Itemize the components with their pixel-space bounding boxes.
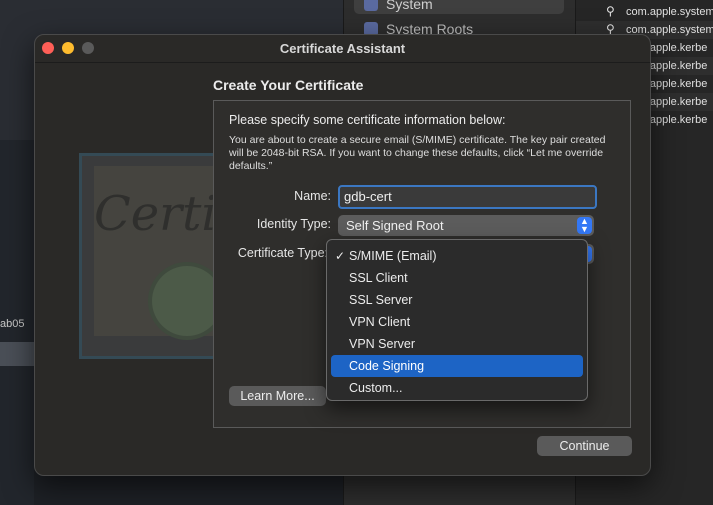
certificate-artwork: Certifi: [79, 153, 235, 359]
keychain-icon: [364, 0, 378, 11]
background-tab-label: ab05: [0, 318, 25, 330]
menu-item-ssl-client[interactable]: SSL Client: [331, 267, 583, 289]
menu-item-ssl-server[interactable]: SSL Server: [331, 289, 583, 311]
menu-item-label: S/MIME (Email): [349, 249, 437, 263]
certificate-type-label: Certificate Type:: [237, 246, 328, 260]
menu-item-label: VPN Server: [349, 337, 415, 351]
menu-item-label: Code Signing: [349, 359, 425, 373]
sidebar-item-system[interactable]: System: [354, 0, 564, 14]
checkmark-icon: ✓: [335, 249, 346, 263]
menu-item-smime[interactable]: ✓ S/MIME (Email): [331, 245, 583, 267]
background-sidebar: ab05: [0, 140, 34, 505]
list-item-label: com.apple.system: [626, 6, 713, 18]
menu-item-label: SSL Client: [349, 271, 408, 285]
menu-item-label: VPN Client: [349, 315, 411, 329]
seal-icon: [152, 266, 222, 336]
certificate-type-menu: ✓ S/MIME (Email) SSL Client SSL Server V…: [326, 239, 588, 401]
continue-button[interactable]: Continue: [537, 436, 632, 456]
name-label: Name:: [294, 189, 331, 203]
background-selected-row: [0, 342, 34, 366]
menu-item-vpn-client[interactable]: VPN Client: [331, 311, 583, 333]
sidebar-item-label: System: [386, 0, 433, 12]
menu-item-code-signing[interactable]: Code Signing: [331, 355, 583, 377]
menu-item-label: Custom...: [349, 381, 403, 395]
name-field[interactable]: gdb-cert: [338, 185, 597, 209]
description-text: You are about to create a secure email (…: [229, 134, 606, 172]
key-icon: ⚲: [606, 4, 615, 18]
identity-type-select[interactable]: Self Signed Root ▲ ▼: [338, 215, 594, 236]
learn-more-button[interactable]: Learn More...: [229, 386, 326, 406]
menu-item-custom[interactable]: Custom...: [331, 377, 583, 399]
title-bar[interactable]: Certificate Assistant: [35, 35, 650, 63]
certificate-script: Certifi: [94, 186, 219, 242]
list-item[interactable]: ⚲ com.apple.system: [576, 3, 713, 21]
identity-type-value: Self Signed Root: [346, 218, 444, 233]
chevron-updown-icon: ▲ ▼: [577, 217, 592, 234]
instruction-text: Please specify some certificate informat…: [229, 113, 506, 127]
window-title: Certificate Assistant: [279, 41, 406, 56]
menu-item-label: SSL Server: [349, 293, 413, 307]
page-title: Create Your Certificate: [213, 77, 364, 93]
identity-type-label: Identity Type:: [256, 217, 331, 231]
menu-item-vpn-server[interactable]: VPN Server: [331, 333, 583, 355]
